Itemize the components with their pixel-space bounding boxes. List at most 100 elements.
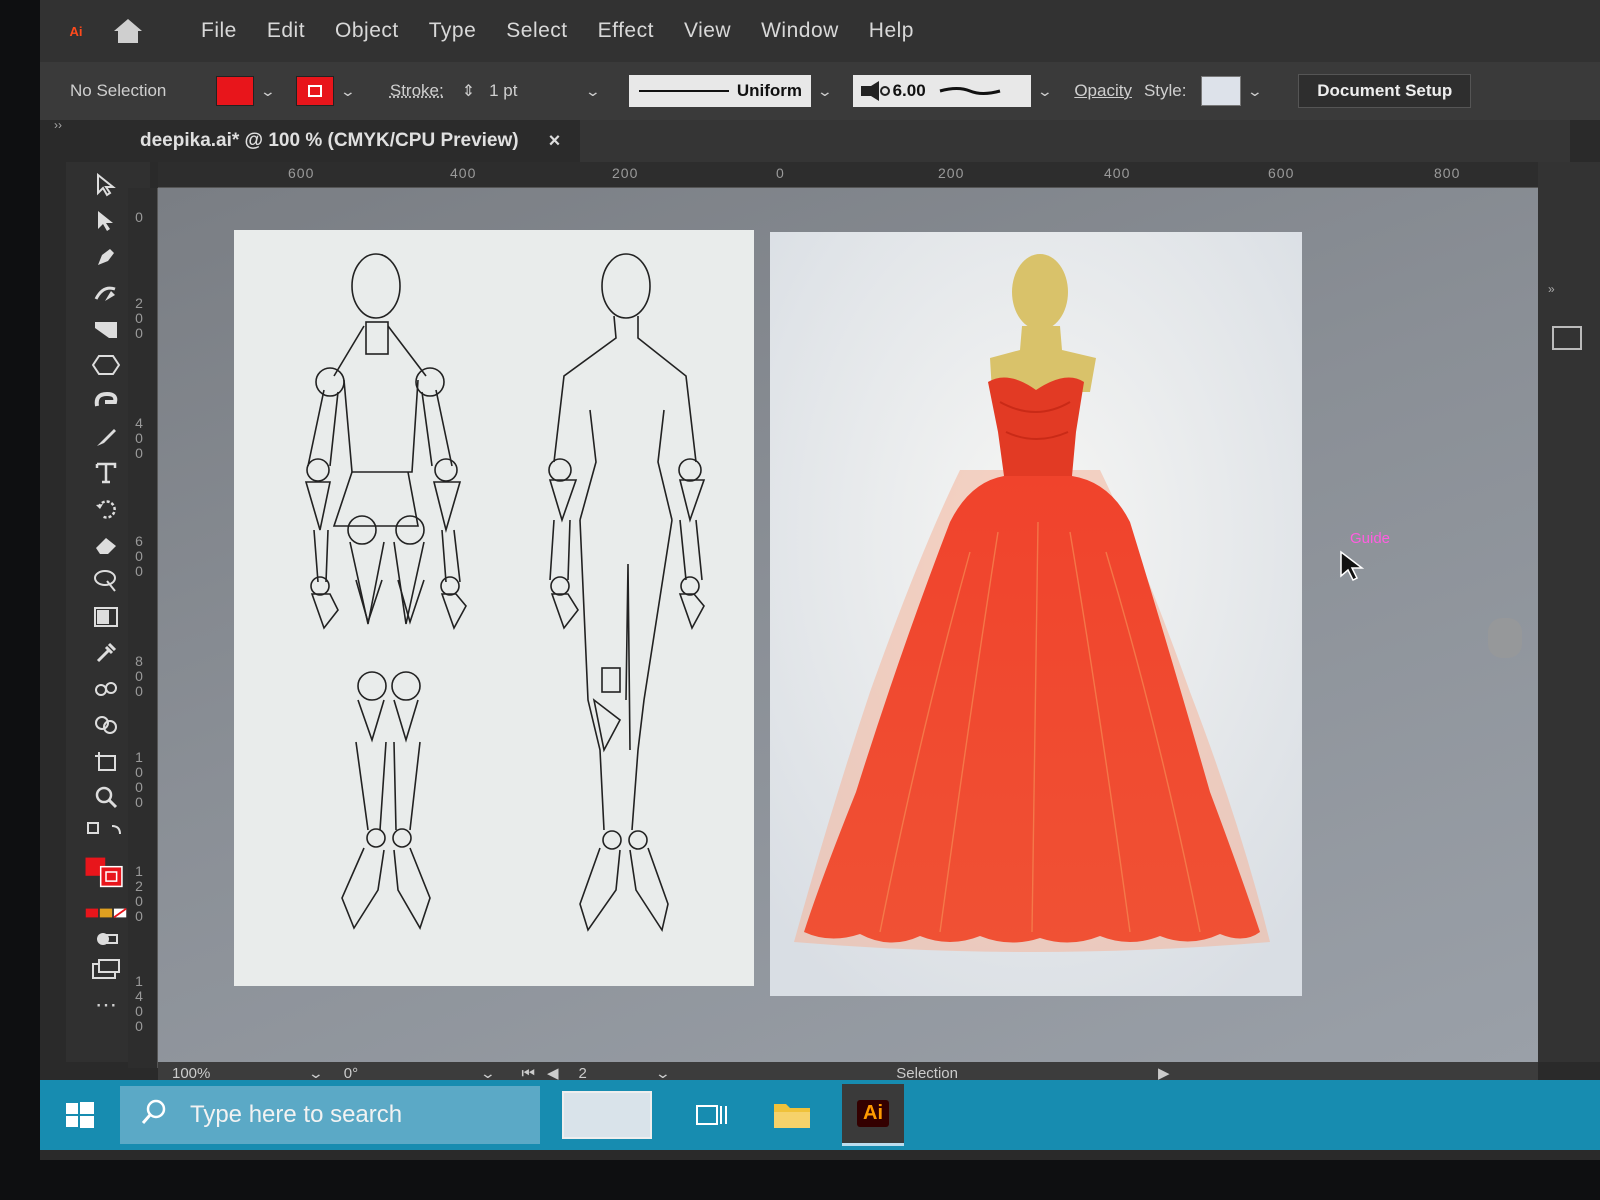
stroke-label[interactable]: Stroke: xyxy=(390,81,444,101)
fill-dropdown-icon[interactable]: ⌄ xyxy=(260,83,276,100)
zoom-field[interactable]: 100% xyxy=(172,1065,282,1082)
stroke-weight-dropdown-icon[interactable]: ⌄ xyxy=(585,83,601,100)
brush-dropdown-icon[interactable]: ⌄ xyxy=(1036,83,1052,100)
zoom-dropdown-icon[interactable]: ⌄ xyxy=(308,1065,324,1082)
zoom-icon[interactable] xyxy=(84,780,128,814)
menu-file[interactable]: File xyxy=(186,19,252,43)
task-view-icon[interactable] xyxy=(672,1080,752,1150)
variable-width-profile[interactable]: Uniform xyxy=(628,75,811,107)
artboard-tool-icon[interactable] xyxy=(84,744,128,778)
fill-stroke-indicator[interactable] xyxy=(84,850,128,894)
menu-items: File Edit Object Type Select Effect View… xyxy=(186,19,929,43)
artboard-dropdown-icon[interactable]: ⌄ xyxy=(654,1065,670,1082)
ruler-tick: 0 xyxy=(776,165,785,181)
search-highlight-thumbnail[interactable] xyxy=(562,1091,652,1139)
ruler-tick: 600 xyxy=(288,165,315,181)
search-placeholder: Type here to search xyxy=(190,1101,403,1128)
artboard-gown[interactable] xyxy=(770,232,1302,996)
menu-type[interactable]: Type xyxy=(414,19,492,43)
smart-guide-label: Guide xyxy=(1350,530,1391,547)
artboard-croquis[interactable] xyxy=(234,230,754,986)
horizontal-ruler: 600 400 200 0 200 400 600 800 xyxy=(158,162,1538,188)
menu-bar: Ai File Edit Object Type Select Effect V… xyxy=(40,0,1600,62)
stroke-stepper-icon[interactable]: ⇕ xyxy=(462,81,475,101)
selection-tool-icon[interactable] xyxy=(84,168,128,202)
close-icon[interactable]: × xyxy=(549,130,561,153)
canvas-area[interactable]: Guide xyxy=(158,188,1538,1068)
home-icon[interactable] xyxy=(108,13,148,49)
control-bar: No Selection ⌄ ⌄ Stroke: ⇕ 1 pt ⌄ Unifor… xyxy=(40,62,1600,120)
panel-collapse-icon[interactable]: ›› xyxy=(54,118,62,132)
gradient-icon[interactable] xyxy=(84,600,128,634)
eyedropper-icon[interactable] xyxy=(84,636,128,670)
type-tool-icon[interactable] xyxy=(84,456,128,490)
document-tab-bar: deepika.ai* @ 100 % (CMYK/CPU Preview) × xyxy=(90,120,1570,162)
rotation-field[interactable]: 0° xyxy=(344,1065,454,1082)
graphic-style-swatch[interactable] xyxy=(1200,76,1241,106)
lasso-icon[interactable] xyxy=(84,564,128,598)
ruler-tick: 800 xyxy=(1434,165,1461,181)
ruler-tick: 200 xyxy=(938,165,965,181)
document-tab-title: deepika.ai* @ 100 % (CMYK/CPU Preview) xyxy=(140,130,519,151)
menu-object[interactable]: Object xyxy=(320,19,414,43)
ruler-tick: 400 xyxy=(450,165,477,181)
style-dropdown-icon[interactable]: ⌄ xyxy=(1246,83,1262,100)
menu-select[interactable]: Select xyxy=(491,19,582,43)
shaper-icon[interactable] xyxy=(84,384,128,418)
brush-definition[interactable]: 6.00 xyxy=(852,75,1031,107)
first-artboard-icon[interactable]: ⏮ xyxy=(521,1065,535,1082)
profile-label: Uniform xyxy=(736,81,803,100)
illustrator-window: Ai File Edit Object Type Select Effect V… xyxy=(40,0,1600,1160)
croquis-drawing xyxy=(304,253,706,933)
mouse-cursor-icon xyxy=(1338,550,1368,589)
fill-swatch[interactable] xyxy=(216,76,255,106)
rotate-icon[interactable] xyxy=(84,492,128,526)
illustrator-taskbar-button[interactable]: Ai xyxy=(842,1084,904,1146)
artboard-number-field[interactable]: 2 xyxy=(579,1065,649,1082)
document-tab[interactable]: deepika.ai* @ 100 % (CMYK/CPU Preview) × xyxy=(90,120,581,162)
document-setup-button[interactable]: Document Setup xyxy=(1298,74,1472,108)
zoom-value: 100% xyxy=(172,1064,211,1082)
more-tools-icon[interactable]: ⋯ xyxy=(84,988,128,1022)
swap-colors-icon[interactable] xyxy=(84,814,128,848)
menu-window[interactable]: Window xyxy=(746,19,854,43)
canvas-scrollbar[interactable] xyxy=(1488,618,1522,658)
menu-help[interactable]: Help xyxy=(854,19,929,43)
ruler-tick: 800 xyxy=(135,653,143,699)
rectangle-icon[interactable] xyxy=(84,312,128,346)
stroke-weight-field[interactable]: 1 pt xyxy=(489,81,579,101)
polygon-icon[interactable] xyxy=(84,348,128,382)
windows-start-icon[interactable] xyxy=(40,1080,120,1150)
ruler-tick: 200 xyxy=(612,165,639,181)
stroke-dropdown-icon[interactable]: ⌄ xyxy=(340,83,356,100)
ruler-tick: 200 xyxy=(135,295,143,341)
windows-taskbar: Type here to search Ai xyxy=(40,1080,1600,1150)
blend-icon[interactable] xyxy=(84,672,128,706)
rotation-dropdown-icon[interactable]: ⌄ xyxy=(479,1065,495,1082)
file-explorer-icon[interactable] xyxy=(752,1080,832,1150)
direct-selection-icon[interactable] xyxy=(84,204,128,238)
stroke-swatch[interactable] xyxy=(296,76,335,106)
opacity-label[interactable]: Opacity xyxy=(1074,81,1132,101)
layers-panel-icon[interactable] xyxy=(1552,326,1582,350)
menu-edit[interactable]: Edit xyxy=(252,19,320,43)
draw-mode-icon[interactable] xyxy=(84,922,128,956)
eraser-icon[interactable] xyxy=(84,528,128,562)
pen-tool-icon[interactable] xyxy=(84,240,128,274)
menu-view[interactable]: View xyxy=(669,19,746,43)
ruler-tick: 600 xyxy=(135,533,143,579)
panel-expand-icon[interactable]: » xyxy=(1548,282,1555,296)
profile-dropdown-icon[interactable]: ⌄ xyxy=(817,83,833,100)
style-label: Style: xyxy=(1143,81,1187,100)
taskbar-search-input[interactable]: Type here to search xyxy=(120,1086,540,1144)
vertical-ruler: 0 200 400 600 800 1000 1200 1400 xyxy=(128,188,158,1068)
menu-effect[interactable]: Effect xyxy=(583,19,669,43)
screen-mode-icon[interactable] xyxy=(84,952,128,986)
curvature-icon[interactable] xyxy=(84,276,128,310)
gown-illustration xyxy=(770,232,1302,996)
shape-builder-icon[interactable] xyxy=(84,708,128,742)
brush-icon[interactable] xyxy=(84,420,128,454)
ruler-tick: 400 xyxy=(135,415,143,461)
ruler-tick: 600 xyxy=(1268,165,1295,181)
app-logo: Ai xyxy=(69,23,83,39)
